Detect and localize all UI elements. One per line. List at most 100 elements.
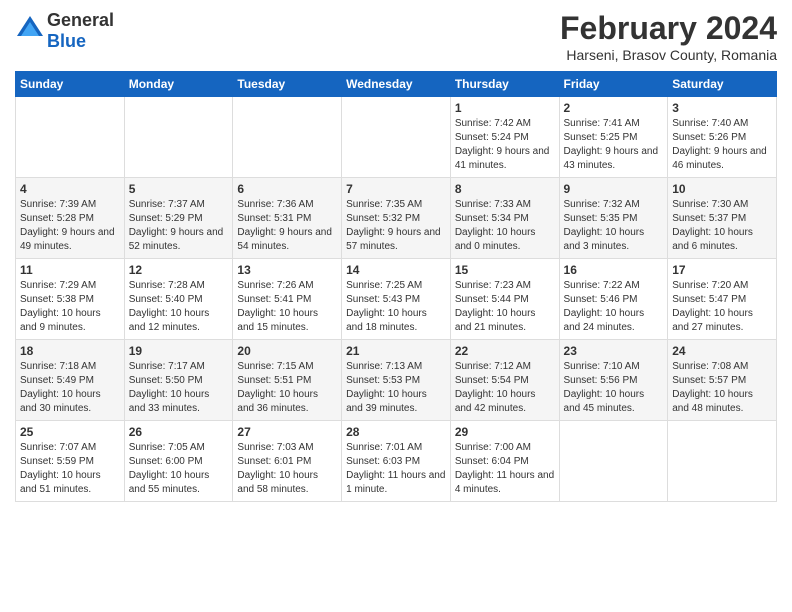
day-detail: Sunrise: 7:10 AMSunset: 5:56 PMDaylight:… [564,360,664,416]
day-detail: Sunrise: 7:40 AMSunset: 5:26 PMDaylight:… [672,117,772,173]
day-detail: Sunrise: 7:33 AMSunset: 5:34 PMDaylight:… [455,198,555,254]
calendar-cell: 6 Sunrise: 7:36 AMSunset: 5:31 PMDayligh… [233,178,342,259]
day-number: 20 [237,344,337,358]
calendar-cell: 29 Sunrise: 7:00 AMSunset: 6:04 PMDaylig… [450,421,559,502]
calendar-cell: 4 Sunrise: 7:39 AMSunset: 5:28 PMDayligh… [16,178,125,259]
calendar-cell: 7 Sunrise: 7:35 AMSunset: 5:32 PMDayligh… [342,178,451,259]
weekday-header-friday: Friday [559,72,668,97]
day-number: 26 [129,425,229,439]
day-number: 2 [564,101,664,115]
week-row-4: 18 Sunrise: 7:18 AMSunset: 5:49 PMDaylig… [16,340,777,421]
day-number: 5 [129,182,229,196]
day-detail: Sunrise: 7:07 AMSunset: 5:59 PMDaylight:… [20,441,120,497]
weekday-header-sunday: Sunday [16,72,125,97]
weekday-header-monday: Monday [124,72,233,97]
weekday-header-wednesday: Wednesday [342,72,451,97]
day-number: 9 [564,182,664,196]
logo-text: General Blue [47,10,114,52]
calendar-cell [342,97,451,178]
calendar-cell: 10 Sunrise: 7:30 AMSunset: 5:37 PMDaylig… [668,178,777,259]
page-header: General Blue February 2024 Harseni, Bras… [15,10,777,63]
day-detail: Sunrise: 7:18 AMSunset: 5:49 PMDaylight:… [20,360,120,416]
calendar-cell: 28 Sunrise: 7:01 AMSunset: 6:03 PMDaylig… [342,421,451,502]
calendar-cell [559,421,668,502]
day-detail: Sunrise: 7:36 AMSunset: 5:31 PMDaylight:… [237,198,337,254]
day-detail: Sunrise: 7:37 AMSunset: 5:29 PMDaylight:… [129,198,229,254]
day-number: 17 [672,263,772,277]
day-detail: Sunrise: 7:13 AMSunset: 5:53 PMDaylight:… [346,360,446,416]
day-detail: Sunrise: 7:15 AMSunset: 5:51 PMDaylight:… [237,360,337,416]
day-number: 7 [346,182,446,196]
day-number: 15 [455,263,555,277]
day-detail: Sunrise: 7:03 AMSunset: 6:01 PMDaylight:… [237,441,337,497]
day-detail: Sunrise: 7:42 AMSunset: 5:24 PMDaylight:… [455,117,555,173]
calendar-cell: 12 Sunrise: 7:28 AMSunset: 5:40 PMDaylig… [124,259,233,340]
calendar-cell [668,421,777,502]
day-number: 4 [20,182,120,196]
day-detail: Sunrise: 7:23 AMSunset: 5:44 PMDaylight:… [455,279,555,335]
day-detail: Sunrise: 7:00 AMSunset: 6:04 PMDaylight:… [455,441,555,497]
calendar-cell: 24 Sunrise: 7:08 AMSunset: 5:57 PMDaylig… [668,340,777,421]
calendar-cell: 5 Sunrise: 7:37 AMSunset: 5:29 PMDayligh… [124,178,233,259]
week-row-2: 4 Sunrise: 7:39 AMSunset: 5:28 PMDayligh… [16,178,777,259]
day-number: 18 [20,344,120,358]
day-number: 13 [237,263,337,277]
calendar-cell: 8 Sunrise: 7:33 AMSunset: 5:34 PMDayligh… [450,178,559,259]
week-row-1: 1 Sunrise: 7:42 AMSunset: 5:24 PMDayligh… [16,97,777,178]
week-row-3: 11 Sunrise: 7:29 AMSunset: 5:38 PMDaylig… [16,259,777,340]
calendar-cell: 19 Sunrise: 7:17 AMSunset: 5:50 PMDaylig… [124,340,233,421]
day-number: 10 [672,182,772,196]
calendar-cell: 18 Sunrise: 7:18 AMSunset: 5:49 PMDaylig… [16,340,125,421]
day-detail: Sunrise: 7:01 AMSunset: 6:03 PMDaylight:… [346,441,446,497]
day-number: 29 [455,425,555,439]
calendar-cell [124,97,233,178]
day-detail: Sunrise: 7:41 AMSunset: 5:25 PMDaylight:… [564,117,664,173]
calendar-cell [16,97,125,178]
day-detail: Sunrise: 7:26 AMSunset: 5:41 PMDaylight:… [237,279,337,335]
day-detail: Sunrise: 7:25 AMSunset: 5:43 PMDaylight:… [346,279,446,335]
calendar-cell: 1 Sunrise: 7:42 AMSunset: 5:24 PMDayligh… [450,97,559,178]
day-detail: Sunrise: 7:32 AMSunset: 5:35 PMDaylight:… [564,198,664,254]
day-number: 3 [672,101,772,115]
day-number: 25 [20,425,120,439]
calendar-cell: 26 Sunrise: 7:05 AMSunset: 6:00 PMDaylig… [124,421,233,502]
day-number: 19 [129,344,229,358]
weekday-header-thursday: Thursday [450,72,559,97]
day-number: 27 [237,425,337,439]
day-detail: Sunrise: 7:39 AMSunset: 5:28 PMDaylight:… [20,198,120,254]
calendar-cell: 14 Sunrise: 7:25 AMSunset: 5:43 PMDaylig… [342,259,451,340]
calendar-cell: 17 Sunrise: 7:20 AMSunset: 5:47 PMDaylig… [668,259,777,340]
day-number: 24 [672,344,772,358]
calendar-cell: 13 Sunrise: 7:26 AMSunset: 5:41 PMDaylig… [233,259,342,340]
calendar-cell: 27 Sunrise: 7:03 AMSunset: 6:01 PMDaylig… [233,421,342,502]
calendar-cell: 23 Sunrise: 7:10 AMSunset: 5:56 PMDaylig… [559,340,668,421]
day-detail: Sunrise: 7:35 AMSunset: 5:32 PMDaylight:… [346,198,446,254]
month-title: February 2024 [560,10,777,47]
day-detail: Sunrise: 7:30 AMSunset: 5:37 PMDaylight:… [672,198,772,254]
calendar-cell: 16 Sunrise: 7:22 AMSunset: 5:46 PMDaylig… [559,259,668,340]
calendar-cell: 9 Sunrise: 7:32 AMSunset: 5:35 PMDayligh… [559,178,668,259]
location-title: Harseni, Brasov County, Romania [560,47,777,63]
day-detail: Sunrise: 7:20 AMSunset: 5:47 PMDaylight:… [672,279,772,335]
day-number: 21 [346,344,446,358]
day-detail: Sunrise: 7:17 AMSunset: 5:50 PMDaylight:… [129,360,229,416]
day-detail: Sunrise: 7:29 AMSunset: 5:38 PMDaylight:… [20,279,120,335]
day-number: 28 [346,425,446,439]
calendar-cell: 3 Sunrise: 7:40 AMSunset: 5:26 PMDayligh… [668,97,777,178]
day-number: 12 [129,263,229,277]
day-number: 22 [455,344,555,358]
day-number: 14 [346,263,446,277]
weekday-header-tuesday: Tuesday [233,72,342,97]
calendar-cell: 15 Sunrise: 7:23 AMSunset: 5:44 PMDaylig… [450,259,559,340]
day-detail: Sunrise: 7:12 AMSunset: 5:54 PMDaylight:… [455,360,555,416]
logo-icon [15,14,45,49]
weekday-header-row: SundayMondayTuesdayWednesdayThursdayFrid… [16,72,777,97]
day-detail: Sunrise: 7:08 AMSunset: 5:57 PMDaylight:… [672,360,772,416]
calendar-cell [233,97,342,178]
day-number: 8 [455,182,555,196]
day-number: 16 [564,263,664,277]
day-number: 1 [455,101,555,115]
day-detail: Sunrise: 7:28 AMSunset: 5:40 PMDaylight:… [129,279,229,335]
calendar-cell: 21 Sunrise: 7:13 AMSunset: 5:53 PMDaylig… [342,340,451,421]
calendar-cell: 11 Sunrise: 7:29 AMSunset: 5:38 PMDaylig… [16,259,125,340]
